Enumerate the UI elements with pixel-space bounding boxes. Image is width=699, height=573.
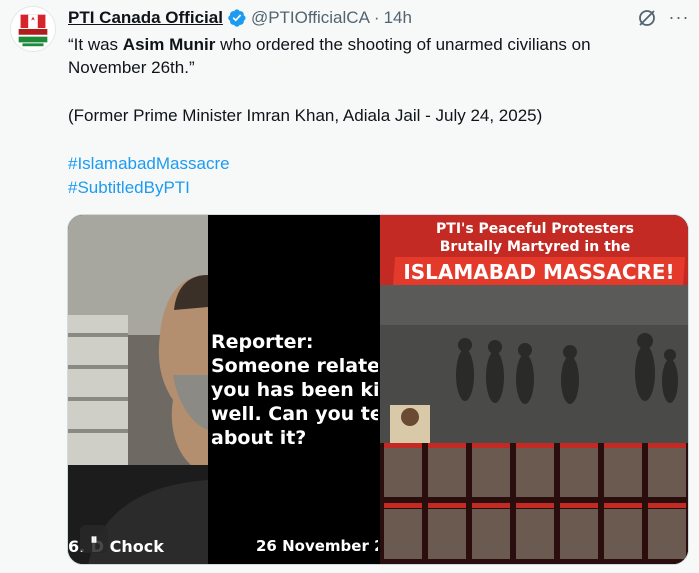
more-options-icon[interactable]: ···	[668, 7, 690, 29]
tweet-header: PTI Canada Official @PTIOfficialCA · 14h	[68, 7, 412, 29]
poster-image[interactable]: PTI's Peaceful Protesters Brutally Marty…	[380, 215, 688, 564]
author-handle[interactable]: @PTIOfficialCA	[251, 8, 370, 28]
timestamp[interactable]: 14h	[384, 8, 412, 28]
quote-bold-name: Asim Munir	[122, 35, 216, 54]
hashtag-subtitledbypti[interactable]: #SubtitledByPTI	[68, 176, 688, 199]
tweet-text-quote: “It was Asim Munir who ordered the shoot…	[68, 33, 688, 79]
quote-prefix: “It was	[68, 35, 123, 54]
poster-title-line3-box: ISLAMABAD MASSACRE!	[392, 257, 686, 287]
poster-scene-image	[380, 285, 688, 445]
grok-icon[interactable]	[636, 7, 658, 29]
video-player[interactable]: Reporter: Someone relate you has been ki…	[68, 215, 378, 564]
poster-victims-grid	[380, 443, 688, 564]
pti-canada-logo-icon	[11, 7, 55, 51]
video-subtitle: Reporter: Someone relate you has been ki…	[211, 331, 378, 449]
poster-title-line2: Brutally Martyred in the	[439, 239, 631, 255]
verified-badge-icon[interactable]	[227, 8, 247, 28]
tweet-text-attribution: (Former Prime Minister Imran Khan, Adial…	[68, 106, 543, 125]
author-name[interactable]: PTI Canada Official	[68, 8, 223, 28]
video-caption-date: 26 November 2	[256, 537, 378, 555]
media-container[interactable]: Reporter: Someone relate you has been ki…	[67, 214, 689, 565]
poster-title-line1: PTI's Peaceful Protesters	[436, 221, 634, 237]
hashtag-islamabadmassacre[interactable]: #IslamabadMassacre	[68, 152, 688, 175]
quote-line2: November 26th.”	[68, 58, 195, 77]
poster-title-line3: ISLAMABAD MASSACRE!	[403, 260, 675, 284]
avatar[interactable]	[10, 6, 56, 52]
video-frame-image	[68, 215, 208, 564]
pause-icon[interactable]: ⏸	[80, 525, 108, 553]
separator-dot: ·	[373, 8, 380, 27]
tweet[interactable]: PTI Canada Official @PTIOfficialCA · 14h…	[0, 0, 699, 573]
quote-suffix: who ordered the shooting of unarmed civi…	[215, 35, 591, 54]
